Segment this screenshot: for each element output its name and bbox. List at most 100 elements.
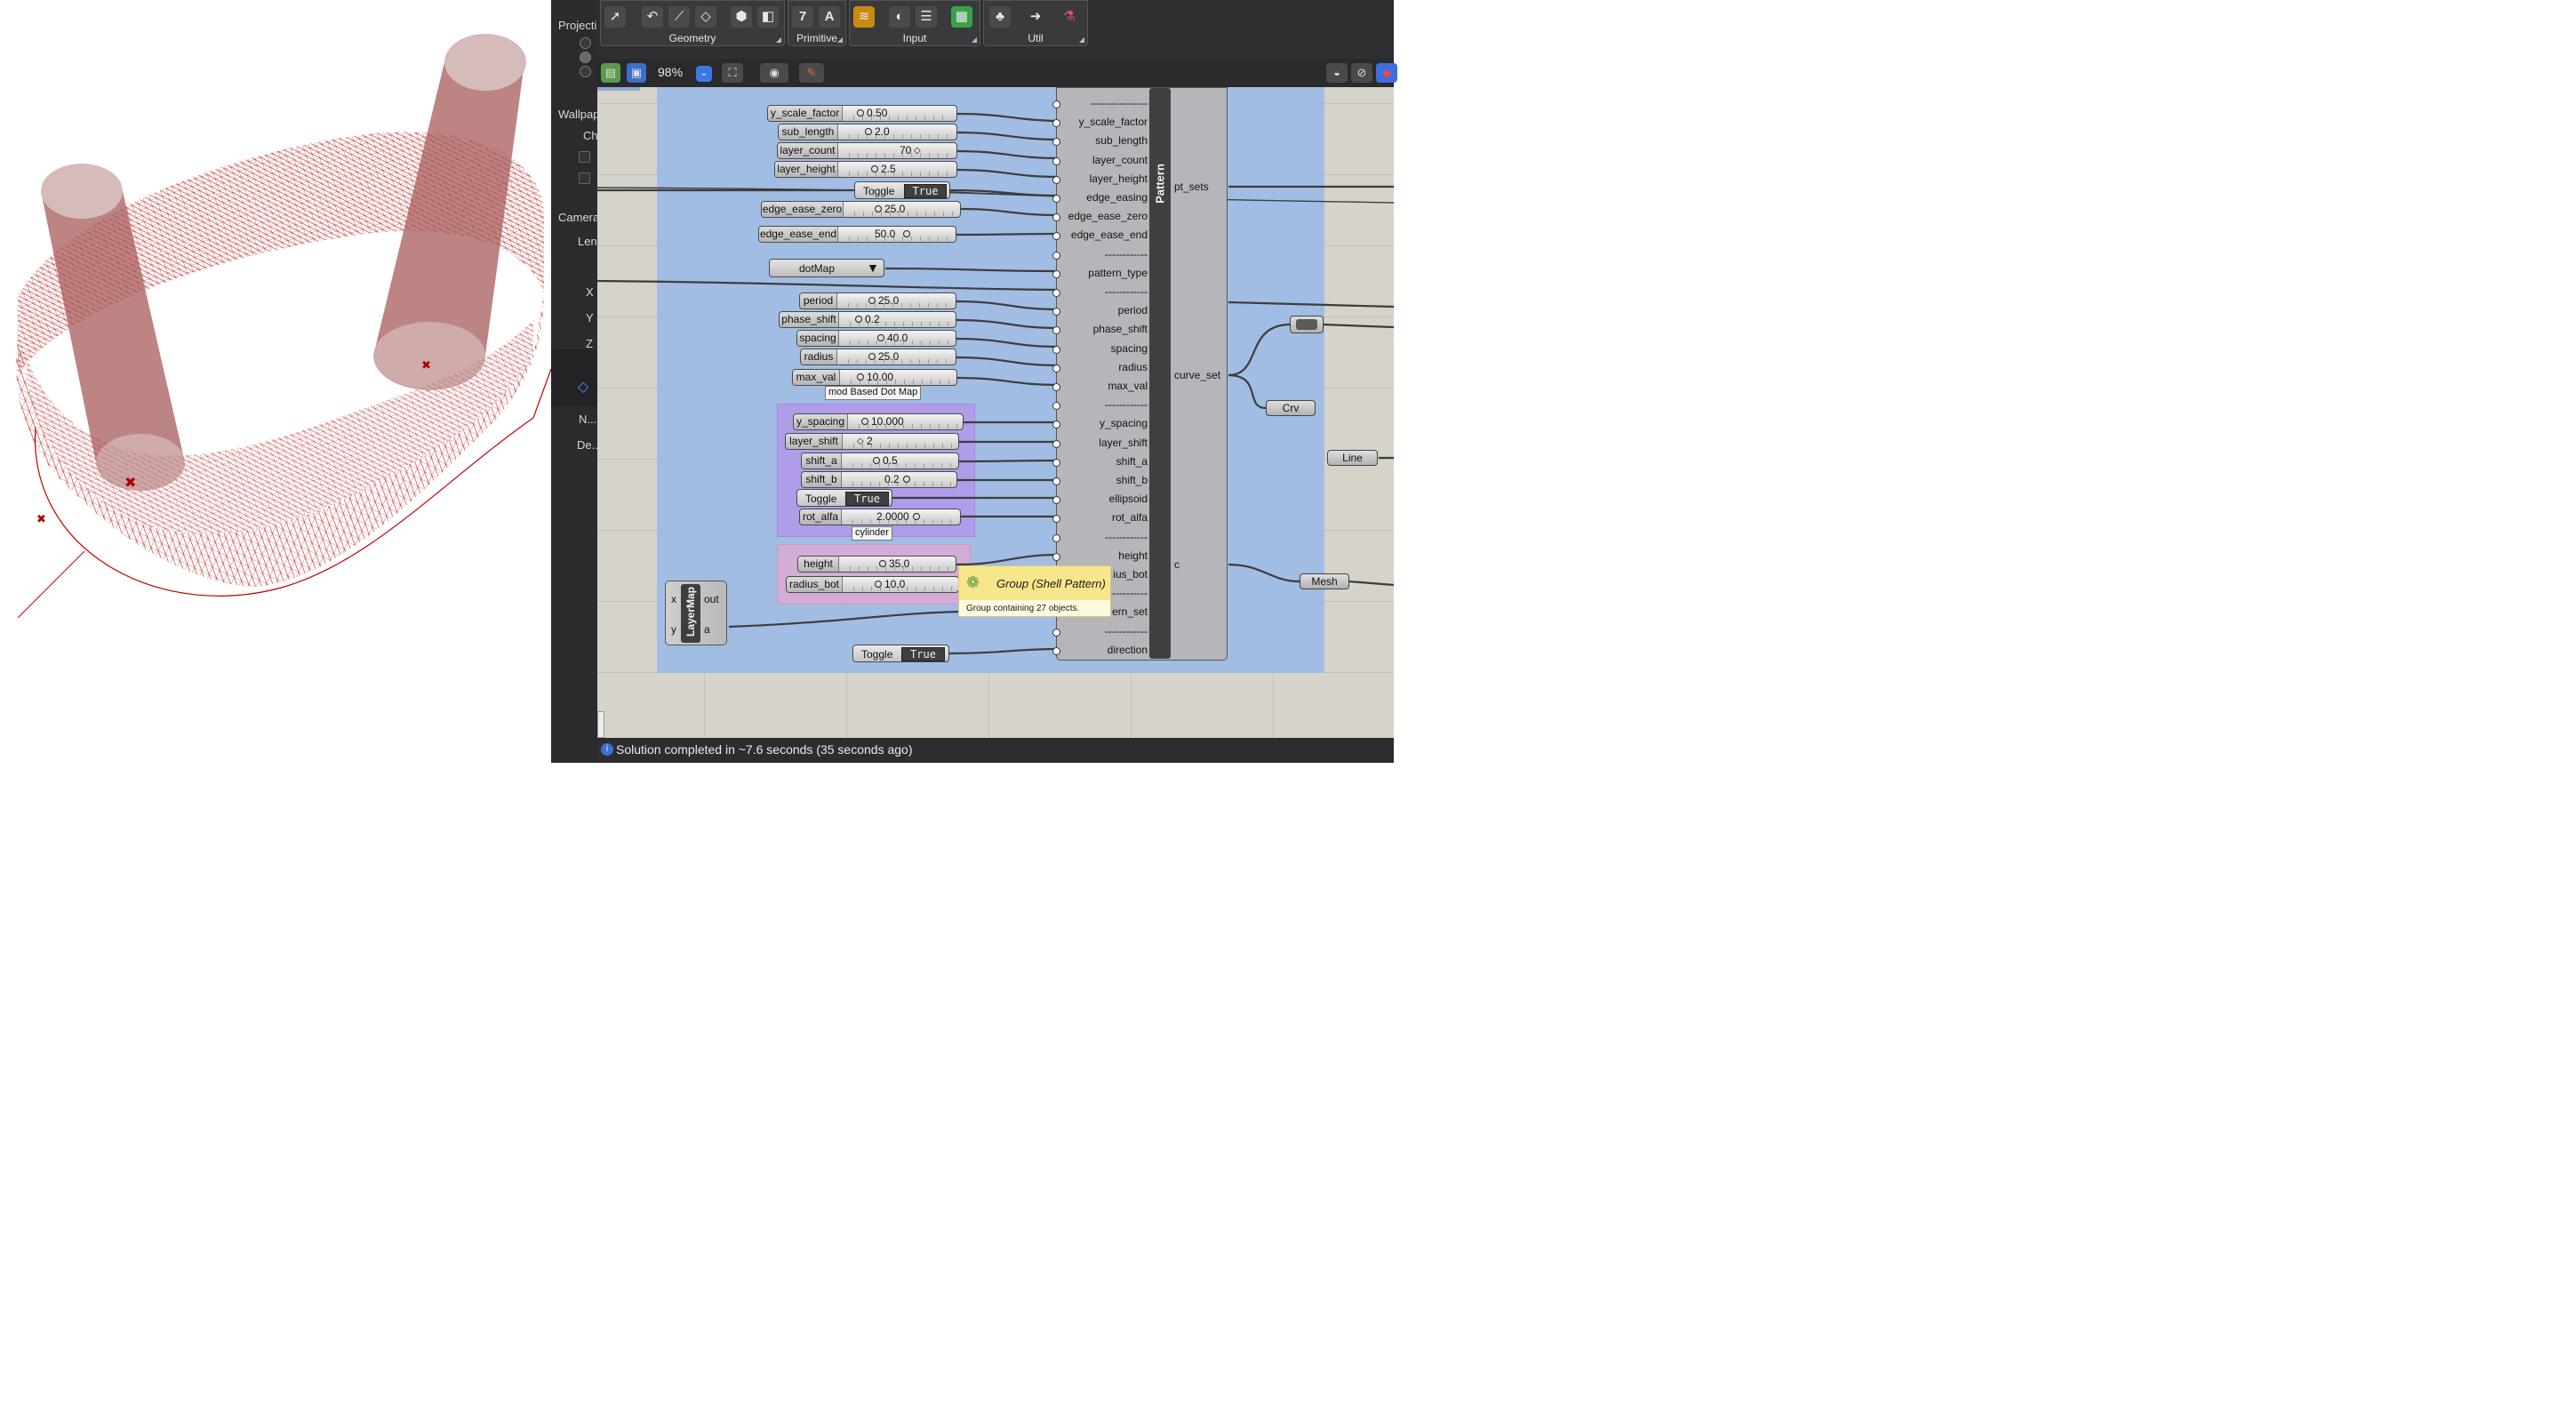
pattern-input-label[interactable]: shift_b [1057, 474, 1148, 486]
slider-edge-ease-end[interactable]: edge_ease_end 50.0 [758, 226, 956, 243]
toggle-value[interactable]: True [904, 184, 947, 198]
pattern-input-label[interactable]: edge_ease_zero [1057, 210, 1148, 222]
slider-track[interactable]: 10.00 [843, 370, 951, 385]
slider-track[interactable]: 50.0 [841, 227, 950, 242]
slider-grip[interactable] [865, 128, 872, 135]
group-label-mod-based-dot-map[interactable]: mod Based Dot Map [825, 386, 922, 400]
slider-edge-ease-zero[interactable]: edge_ease_zero 25.0 [761, 201, 961, 218]
slider-track[interactable]: 25.0 [840, 349, 950, 365]
slider-grip[interactable] [871, 165, 878, 172]
input-port-marker[interactable] [1052, 345, 1060, 354]
slider-track[interactable]: 25.0 [846, 202, 955, 217]
toggle-value[interactable]: True [901, 647, 945, 661]
input-port-marker[interactable] [1052, 175, 1060, 184]
node-line[interactable]: Line [1327, 450, 1378, 466]
slider-track[interactable]: 0.5 [844, 453, 953, 469]
slider-track[interactable]: ◇ 2 [845, 434, 954, 449]
slider-max-val[interactable]: max_val 10.00 [792, 369, 957, 386]
pattern-input-label[interactable]: shift_a [1057, 455, 1148, 468]
slider-radius[interactable]: radius 25.0 [800, 348, 956, 365]
slider-grip[interactable] [879, 560, 886, 567]
slider-track[interactable]: 70 ◇ [841, 143, 951, 158]
slider-grip[interactable] [873, 457, 880, 464]
slider-track[interactable]: 0.50 [845, 106, 950, 121]
pattern-input-label[interactable]: ------------ [1057, 625, 1148, 637]
pattern-input-label[interactable]: sub_length [1057, 134, 1148, 147]
output-curve-set[interactable]: curve_set [1174, 369, 1220, 381]
output-c[interactable]: c [1174, 558, 1180, 571]
pattern-input-label[interactable]: ------------ [1057, 248, 1148, 260]
pattern-input-label[interactable]: direction [1057, 644, 1148, 656]
input-port-marker[interactable] [1052, 383, 1060, 391]
input-port-marker[interactable] [1052, 439, 1060, 448]
pattern-input-label[interactable]: radius [1057, 361, 1148, 373]
input-port-marker[interactable] [1052, 251, 1060, 260]
pattern-input-label[interactable]: ------------ [1057, 398, 1148, 411]
canvas-scroll-handle[interactable] [597, 711, 604, 738]
toggle-edge-easing[interactable]: Toggle True [854, 181, 950, 199]
slider-grip[interactable] [913, 513, 920, 520]
toggle-value[interactable]: True [845, 492, 889, 506]
input-port-marker[interactable] [1052, 269, 1060, 278]
slider-radius-bot[interactable]: radius_bot 10.0 [786, 576, 959, 593]
slider-grip[interactable] [857, 373, 864, 381]
slider-track[interactable]: 40.0 [842, 331, 950, 346]
pattern-input-label[interactable]: layer_count [1057, 154, 1148, 166]
relay-node[interactable] [1290, 316, 1324, 333]
slider-grip[interactable] [903, 476, 910, 483]
slider-grip[interactable] [857, 109, 864, 116]
input-port-marker[interactable] [1052, 458, 1060, 467]
slider-shift-b[interactable]: shift_b 0.2 [801, 471, 957, 488]
input-port-marker[interactable] [1052, 628, 1060, 637]
slider-track[interactable]: 10.000 [851, 414, 959, 429]
input-port-marker[interactable] [1052, 477, 1060, 485]
slider-grip[interactable] [877, 334, 884, 341]
pattern-input-label[interactable]: layer_height [1057, 172, 1148, 185]
pattern-input-label[interactable]: spacing [1057, 342, 1148, 355]
slider-track[interactable]: 25.0 [840, 293, 950, 308]
output-a[interactable]: a [704, 623, 710, 636]
pattern-input-label[interactable]: max_val [1057, 380, 1148, 392]
integer-grip-icon[interactable]: ◇ [914, 143, 921, 158]
slider-track[interactable]: 2.0000 [844, 509, 955, 525]
slider-rot-alfa[interactable]: rot_alfa 2.0000 [799, 509, 961, 525]
input-port-marker[interactable] [1052, 289, 1060, 297]
toggle-direction[interactable]: Toggle True [852, 645, 949, 662]
slider-y-spacing[interactable]: y_spacing 10.000 [793, 413, 964, 430]
input-port-marker[interactable] [1052, 100, 1060, 108]
slider-grip[interactable] [868, 297, 876, 304]
slider-spacing[interactable]: spacing 40.0 [796, 330, 956, 347]
slider-track[interactable]: 0.2 [844, 472, 953, 487]
pattern-input-label[interactable]: pattern_type [1057, 267, 1148, 279]
slider-track[interactable]: 35.0 [842, 557, 950, 572]
pattern-input-label[interactable]: ---------------- [1057, 97, 1148, 109]
pattern-input-label[interactable]: phase_shift [1057, 323, 1148, 335]
pattern-input-label[interactable]: y_scale_factor [1057, 116, 1148, 128]
integer-grip-icon[interactable]: ◇ [857, 434, 864, 449]
slider-track[interactable]: 2.0 [841, 124, 951, 140]
component-layermap[interactable]: x y LayerMap out a [665, 581, 727, 645]
pattern-input-label[interactable]: layer_shift [1057, 437, 1148, 449]
slider-grip[interactable] [875, 205, 882, 212]
slider-grip[interactable] [861, 418, 868, 425]
slider-y-scale-factor[interactable]: y_scale_factor 0.50 [767, 105, 957, 122]
input-port-marker[interactable] [1052, 552, 1060, 561]
group-label-cylinder[interactable]: cylinder [852, 526, 892, 541]
pattern-input-label[interactable]: edge_easing [1057, 191, 1148, 204]
toggle-ellipsoid[interactable]: Toggle True [796, 489, 892, 507]
input-x[interactable]: x [671, 593, 676, 605]
slider-phase-shift[interactable]: phase_shift 0.2 [779, 311, 956, 328]
pattern-input-label[interactable]: rot_alfa [1057, 511, 1148, 524]
pattern-input-label[interactable]: ellipsoid [1057, 493, 1148, 505]
input-port-marker[interactable] [1052, 646, 1060, 655]
slider-sub-length[interactable]: sub_length 2.0 [778, 124, 957, 140]
slider-shift-a[interactable]: shift_a 0.5 [801, 453, 959, 469]
output-pt-sets[interactable]: pt_sets [1174, 180, 1209, 193]
pattern-input-label[interactable]: y_spacing [1057, 417, 1148, 429]
slider-height[interactable]: height 35.0 [797, 556, 956, 573]
slider-layer-count[interactable]: layer_count 70 ◇ [777, 142, 957, 159]
pattern-input-label[interactable]: ------------ [1057, 531, 1148, 543]
slider-track[interactable]: 2.5 [841, 162, 951, 177]
pattern-input-label[interactable]: ------------ [1057, 285, 1148, 298]
slider-grip[interactable] [875, 581, 882, 588]
